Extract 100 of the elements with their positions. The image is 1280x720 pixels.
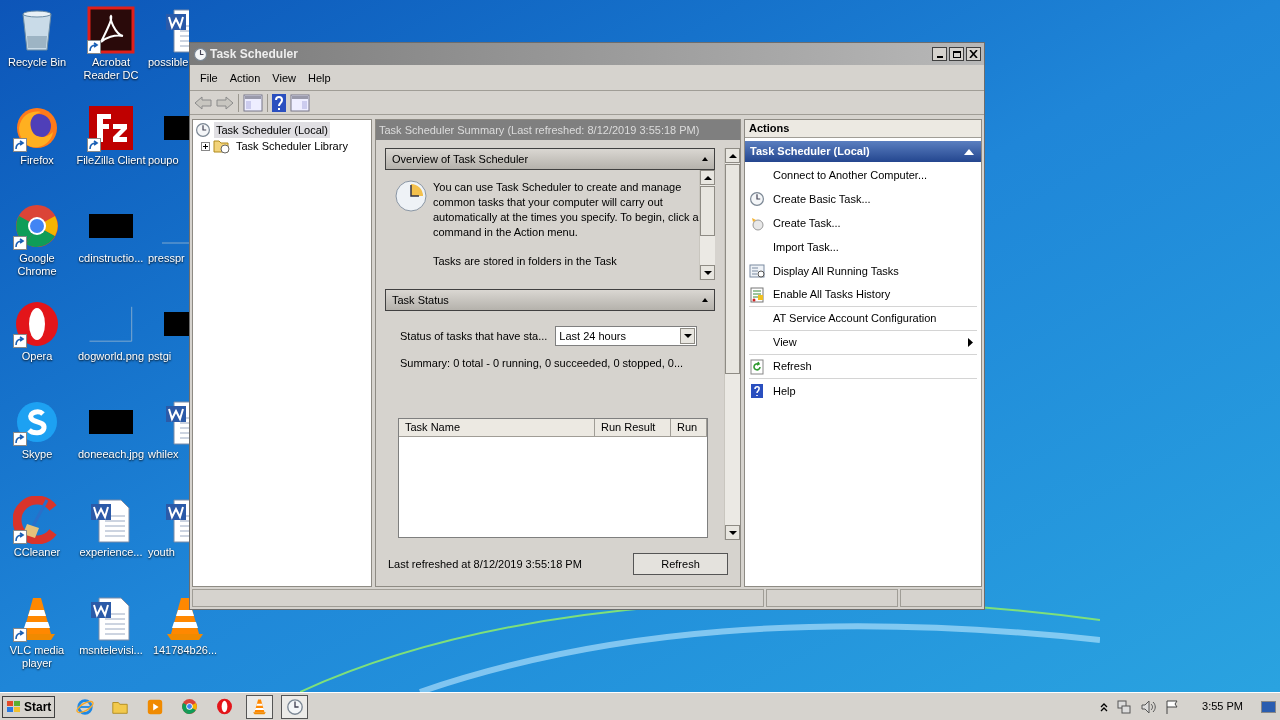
shortcut-arrow-icon [13,530,27,544]
media-player-icon [145,697,164,716]
action-group-header[interactable]: Task Scheduler (Local) [745,141,981,162]
actions-pane-link[interactable]: Import Task... [773,238,839,256]
network-icon[interactable] [1116,698,1133,715]
actions-pane-link[interactable]: AT Service Account Configuration [773,310,937,327]
desktop-icon-label[interactable]: 141784b26... [148,644,222,657]
help-icon [749,383,765,399]
desktop-icon-label[interactable]: presspr [148,252,185,265]
filezilla-icon [87,104,135,152]
desktop-icon-label[interactable]: youth [148,546,175,559]
filter-label: Status of tasks that have sta... [400,328,548,344]
menu-item[interactable]: Help [301,70,337,87]
show-tree-icon[interactable] [243,93,263,112]
help-icon[interactable] [272,93,286,112]
close-button[interactable] [966,47,981,61]
shortcut-arrow-icon [87,138,101,152]
opera-icon [13,300,61,348]
actions-pane-link[interactable]: Display All Running Tasks [773,262,899,280]
section-header[interactable]: Task Status [385,289,715,311]
taskbar-app-button[interactable] [246,694,274,719]
actions-pane-link[interactable]: Refresh [773,358,812,375]
overview-text: Tasks are stored in folders in the Task [433,254,618,269]
actions-pane-link[interactable]: Create Task... [773,214,841,232]
pane-header: Task Scheduler Summary (Last refreshed: 8/12/2019 3:55:18 PM) [376,120,740,140]
volume-icon[interactable] [1140,698,1157,715]
actions-pane-link[interactable]: Enable All Tasks History [773,286,891,303]
overview-text: You can use Task Scheduler to create and manage common tasks that your computer will carry out automatically at the times you specify. To begin, click a command in the Action menu. [433,180,699,240]
desktop-icon-label[interactable]: Acrobat Reader DC [74,56,148,82]
desktop-icon-label[interactable]: Skype [0,448,74,461]
folder-clock-icon [213,138,231,154]
last-refreshed-text: Last refreshed at 8/12/2019 3:55:18 PM [388,556,582,572]
vertical-scrollbar[interactable] [699,170,715,280]
actions-pane-link[interactable]: View [773,334,797,351]
acrobat-icon [87,6,135,54]
shortcut-arrow-icon [13,432,27,446]
desktop-icon-label[interactable]: CCleaner [0,546,74,559]
desktop-icon-label[interactable]: Google Chrome [0,252,74,278]
menu-item[interactable]: File [194,70,224,87]
desktop-icon-label[interactable]: cdinstructio... [74,252,148,265]
maximize-button[interactable] [949,47,964,61]
vertical-scrollbar[interactable] [724,148,740,540]
action-group-title: Task Scheduler (Local) [750,144,870,160]
desktop-icon-label[interactable]: possible [148,56,189,69]
shortcut-arrow-icon [13,138,27,152]
show-desktop-button[interactable] [1261,700,1276,713]
desktop-icon-label[interactable]: experience... [74,546,148,559]
actions-pane-link[interactable]: Connect to Another Computer... [773,166,928,184]
section-title: Overview of Task Scheduler [392,151,529,167]
status-summary: Summary: 0 total - 0 running, 0 succeeded, 0 stopped, 0... [399,356,685,371]
period-dropdown[interactable]: Last 24 hours [555,326,698,346]
actions-header: Actions [745,120,981,138]
refresh-button[interactable]: Refresh [633,553,728,575]
desktop-icon-label[interactable]: Firefox [0,154,74,167]
desktop-icon-label[interactable]: doneeach.jpg [74,448,148,461]
desktop-icon-label[interactable]: Opera [0,350,74,363]
task-list-icon [749,263,765,279]
tree-item[interactable]: Task Scheduler Library [234,137,350,155]
desktop-icon-label[interactable]: msntelevisi... [74,644,148,657]
taskbar-app-button[interactable] [281,694,309,719]
section-title: Task Status [392,292,449,308]
refresh-icon [749,358,765,375]
flag-icon[interactable] [1164,698,1181,715]
desktop-icon-label[interactable]: FileZilla Client [74,154,148,167]
clock-time[interactable]: 3:55 PM [1202,698,1243,715]
clock-icon [285,697,304,716]
desktop-icon-label[interactable]: VLC media player [0,644,74,670]
shortcut-arrow-icon [13,334,27,348]
tree-item[interactable]: Task Scheduler (Local) [214,121,330,139]
windows-logo-icon [6,699,22,714]
expand-icon[interactable] [201,141,210,151]
section-header[interactable]: Overview of Task Scheduler [385,148,715,170]
actions-pane-link[interactable]: Create Basic Task... [773,190,871,208]
collapse-icon[interactable] [702,298,708,302]
actions-pane-link[interactable]: Help [773,382,796,400]
collapse-icon[interactable] [964,148,974,155]
shortcut-arrow-icon [87,40,101,54]
desktop-icon-label[interactable]: pstgi [148,350,172,363]
clock-icon [195,122,211,138]
menu-item[interactable]: Action [223,70,267,87]
column-header[interactable]: Run [671,418,707,436]
new-task-icon [749,215,765,231]
start-button[interactable]: Start [2,695,56,718]
shortcut-arrow-icon [13,236,27,250]
chrome-icon [181,698,199,715]
column-header[interactable]: Run Result [595,418,671,436]
minimize-button[interactable] [932,47,947,61]
shortcut-arrow-icon [13,628,27,642]
chrome-icon [13,202,61,250]
column-header[interactable]: Task Name [399,418,595,436]
window-title: Task Scheduler [210,46,298,63]
desktop-icon-label[interactable]: Recycle Bin [0,56,74,69]
desktop-icon-label[interactable]: whilex [148,448,179,461]
opera-icon [216,698,234,715]
menu-item[interactable]: View [266,70,302,87]
desktop-icon-label[interactable]: poupo [148,154,179,167]
show-hidden-icons-icon[interactable] [1100,701,1109,712]
collapse-icon[interactable] [702,157,708,161]
history-icon [749,286,765,303]
desktop-icon-label[interactable]: dogworld.png [74,350,148,363]
